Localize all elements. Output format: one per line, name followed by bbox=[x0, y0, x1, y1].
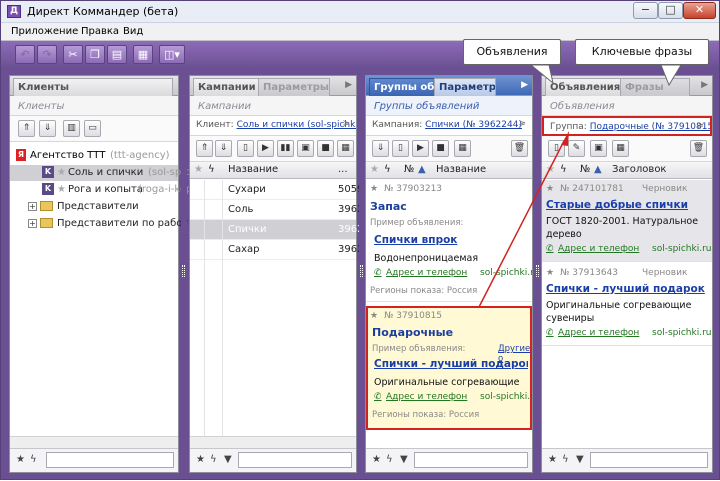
app-window: Д Директ Коммандер (бета) − □ ✕ Приложен… bbox=[0, 0, 720, 480]
annotation-arrows bbox=[478, 64, 682, 308]
